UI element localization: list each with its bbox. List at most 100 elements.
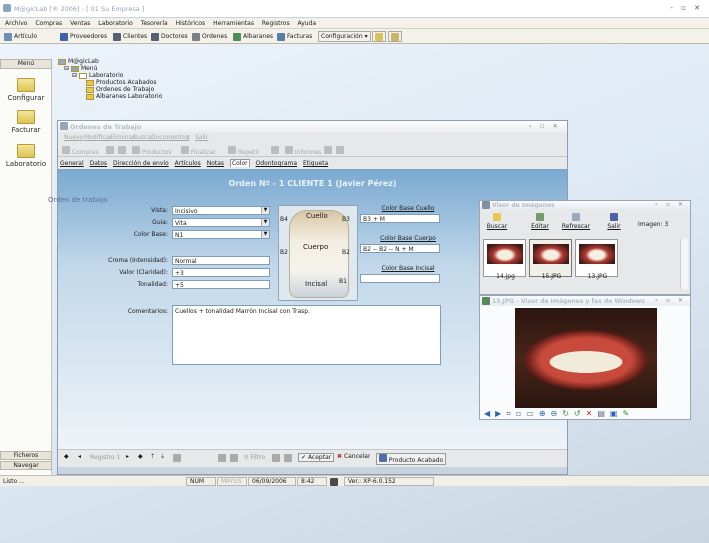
zoom-in-icon[interactable]: ⊕ (539, 409, 551, 418)
tab-articulos[interactable]: Artículos (175, 160, 201, 167)
sidebar-item-configurar[interactable]: Configurar (0, 78, 52, 102)
print-icon[interactable]: ▤ (597, 409, 610, 418)
calendar-button[interactable] (372, 31, 386, 42)
tonalidad-field[interactable]: +5 (172, 280, 270, 289)
menu-herramientas[interactable]: Herramientas (213, 20, 254, 27)
productos-button[interactable]: Productos (132, 146, 172, 156)
color-cuello-field[interactable]: B3 + M (360, 214, 440, 223)
tree-root[interactable]: M@gicLab (58, 58, 162, 65)
thumbnail[interactable]: 14.jpg (483, 239, 526, 280)
color-incisal-field[interactable] (360, 274, 440, 283)
tab-general[interactable]: General (60, 160, 84, 167)
menu-registros[interactable]: Registros (262, 20, 290, 27)
thumbnail[interactable]: 15.JPG (529, 239, 572, 280)
exit-button[interactable] (388, 31, 402, 42)
cancelar-button[interactable]: ✖ Cancelar (337, 453, 370, 460)
eliminar-button[interactable]: Eliminar (110, 134, 135, 141)
tree-item[interactable]: Albaranes Laboratorio (86, 93, 162, 100)
nuevo-button[interactable]: Nuevo (64, 134, 83, 141)
calendar-icon[interactable] (218, 454, 226, 462)
first-record-icon[interactable]: ◆ (64, 453, 69, 460)
informes-button[interactable]: Informes (285, 146, 321, 156)
finalizar-button[interactable]: Finalizar (181, 146, 216, 156)
ordenes-window-controls[interactable]: - ▫ ✕ (529, 122, 561, 130)
tree-item[interactable]: Productos Acabados (86, 79, 162, 86)
slideshow-icon[interactable]: ▭ (526, 409, 539, 418)
tab-odontograma[interactable]: Odontograma (256, 160, 298, 167)
save-icon[interactable]: ▣ (610, 409, 623, 418)
aceptar-button[interactable]: ✔ Aceptar (298, 453, 335, 462)
filtro-button[interactable]: ⚲ Filtro (244, 454, 265, 461)
export-icon[interactable] (272, 454, 280, 462)
calendar-icon[interactable] (230, 454, 238, 462)
tab-direccion-envio[interactable]: Dirección de envío (113, 160, 169, 167)
menu-tesoreria[interactable]: Tesorería (141, 20, 168, 27)
doctores-button[interactable]: Doctores (149, 31, 190, 42)
sidebar-navegar-button[interactable]: Navegar (0, 461, 52, 470)
tree-item[interactable]: Ordenes de Trabajo (86, 86, 162, 93)
tree-laboratorio[interactable]: ⊟ Laboratorio (72, 72, 162, 79)
zoom-out-icon[interactable]: ⊖ (551, 409, 563, 418)
visor-salir-button[interactable]: Salir (604, 213, 624, 230)
sidebar-ficheros-button[interactable]: Ficheros (0, 451, 52, 460)
edit-icon[interactable]: ✎ (622, 409, 634, 418)
editar-button[interactable]: Editar (528, 213, 552, 230)
vista-select[interactable]: Incisivo ▼ (172, 206, 270, 215)
facturas-button[interactable]: Facturas (275, 31, 314, 42)
next-record-icon[interactable]: ▸ (126, 453, 129, 460)
edit-icon[interactable] (324, 146, 332, 154)
refrescar-button[interactable]: Refrescar (560, 213, 592, 230)
clientes-button[interactable]: Clientes (111, 31, 149, 42)
menu-ayuda[interactable]: Ayuda (298, 20, 317, 27)
albaranes-button[interactable]: Albaranes (231, 31, 275, 42)
tab-color[interactable]: Color (229, 159, 250, 167)
sort-asc-icon[interactable]: ⇡ (150, 453, 155, 460)
comentarios-textarea[interactable]: Cuellos + tonalidad Marrón Incisal con T… (172, 305, 441, 365)
menu-compras[interactable]: Compras (35, 20, 62, 27)
prev-record-icon[interactable]: ◂ (78, 453, 81, 460)
last-record-icon[interactable]: ◆ (138, 453, 143, 460)
configuracion-dropdown[interactable]: Configuración ▾ (318, 31, 371, 42)
guia-select[interactable]: Vita ▼ (172, 218, 270, 227)
salir-button[interactable]: Salir (195, 134, 208, 141)
sidebar-item-laboratorio[interactable]: Laboratorio (0, 144, 52, 168)
tree-menu[interactable]: ⊟ Menú (64, 65, 162, 72)
refresh-icon[interactable] (336, 146, 344, 154)
color-base-select[interactable]: N1 ▼ (172, 230, 270, 239)
compras-button[interactable]: Compras (62, 146, 99, 156)
producto-acabado-button[interactable]: Producto Acabado (376, 453, 447, 465)
previous-icon[interactable]: ◀ (484, 409, 495, 418)
ordenes-button[interactable]: Ordenes (190, 31, 229, 42)
fit-icon[interactable]: ⌗ (506, 409, 516, 418)
settings-icon[interactable] (118, 146, 126, 154)
rotate-icon[interactable]: ↻ (562, 409, 574, 418)
menu-ventas[interactable]: Ventas (70, 20, 90, 27)
menu-historicos[interactable]: Históricos (176, 20, 206, 27)
modificar-button[interactable]: Modificar (84, 134, 112, 141)
rotate-left-icon[interactable]: ↺ (574, 409, 586, 418)
visor-scrollbar[interactable] (680, 239, 688, 289)
tab-etiqueta[interactable]: Etiqueta (303, 160, 328, 167)
print-icon[interactable] (106, 146, 114, 154)
tab-datos[interactable]: Datos (90, 160, 107, 167)
menu-archivo[interactable]: Archivo (5, 20, 27, 27)
valor-field[interactable]: +3 (172, 268, 270, 277)
sum-icon[interactable] (271, 146, 279, 154)
viewer-window-controls[interactable]: - ▫ ✕ (655, 297, 686, 304)
buscar-button[interactable]: Buscar (485, 213, 509, 230)
menu-laboratorio[interactable]: Laboratorio (98, 20, 132, 27)
binoculars-icon[interactable] (173, 454, 181, 462)
sidebar-menu-header[interactable]: Menú (0, 59, 52, 69)
visor-window-controls[interactable]: - ▫ ✕ (655, 201, 686, 208)
documentos-button[interactable]: Documentos (151, 134, 189, 141)
croma-field[interactable]: Normal (172, 256, 270, 265)
print-icon[interactable] (284, 454, 292, 462)
sidebar-item-facturar[interactable]: Facturar (0, 110, 52, 134)
articulo-button[interactable]: Artículo (2, 31, 39, 42)
repetir-button[interactable]: Repetir (228, 146, 260, 156)
actual-size-icon[interactable]: ▫ (516, 409, 526, 418)
next-icon[interactable]: ▶ (495, 409, 506, 418)
proveedores-button[interactable]: Proveedores (58, 31, 109, 42)
delete-icon[interactable]: ✕ (586, 409, 598, 418)
sort-desc-icon[interactable]: ⇣ (160, 453, 165, 460)
